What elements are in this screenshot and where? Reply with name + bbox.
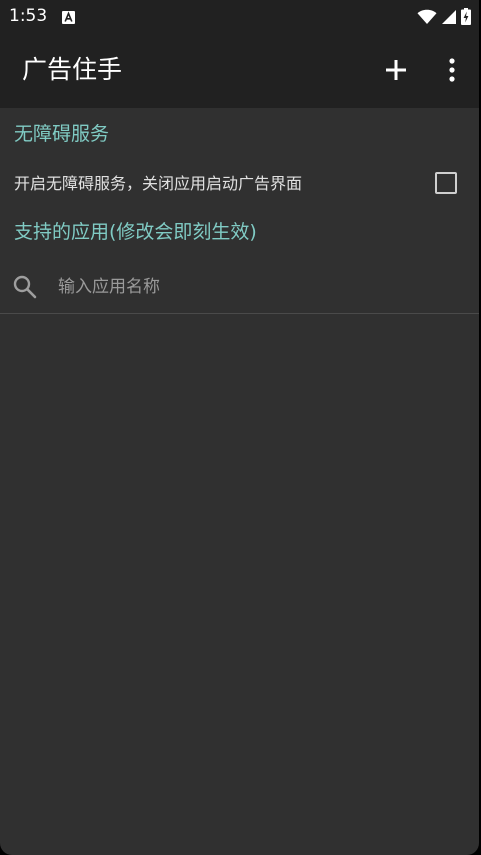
supported-apps-list (0, 314, 479, 855)
accessibility-toggle-row[interactable]: 开启无障碍服务，关闭应用启动广告界面 (0, 160, 479, 208)
plus-icon (385, 59, 407, 85)
wifi-icon (417, 9, 437, 29)
supported-apps-header: 支持的应用(修改会即刻生效) (14, 221, 257, 243)
search-icon (12, 274, 38, 300)
more-options-button[interactable] (436, 54, 468, 90)
add-button[interactable] (378, 54, 414, 90)
more-vert-icon (449, 58, 455, 86)
cell-signal-icon (441, 9, 457, 29)
status-icons (417, 8, 471, 29)
accessibility-section-header: 无障碍服务 (14, 123, 110, 145)
app-search-input[interactable] (58, 272, 458, 302)
accessibility-checkbox[interactable] (435, 172, 457, 194)
status-time: 1:53 (9, 6, 48, 26)
status-bar: 1:53 (0, 0, 479, 32)
app-title: 广告住手 (22, 55, 123, 84)
app-bar: 广告住手 (0, 32, 479, 108)
accessibility-toggle-label: 开启无障碍服务，关闭应用启动广告界面 (14, 174, 303, 193)
app-search-bar (0, 262, 479, 312)
app-notification-icon (62, 9, 75, 24)
screen: 1:53 广告住手 无障碍服务 开启无障碍服务，关闭应用启动广告界面 支持的应用… (0, 0, 479, 855)
battery-charging-icon (461, 8, 471, 29)
